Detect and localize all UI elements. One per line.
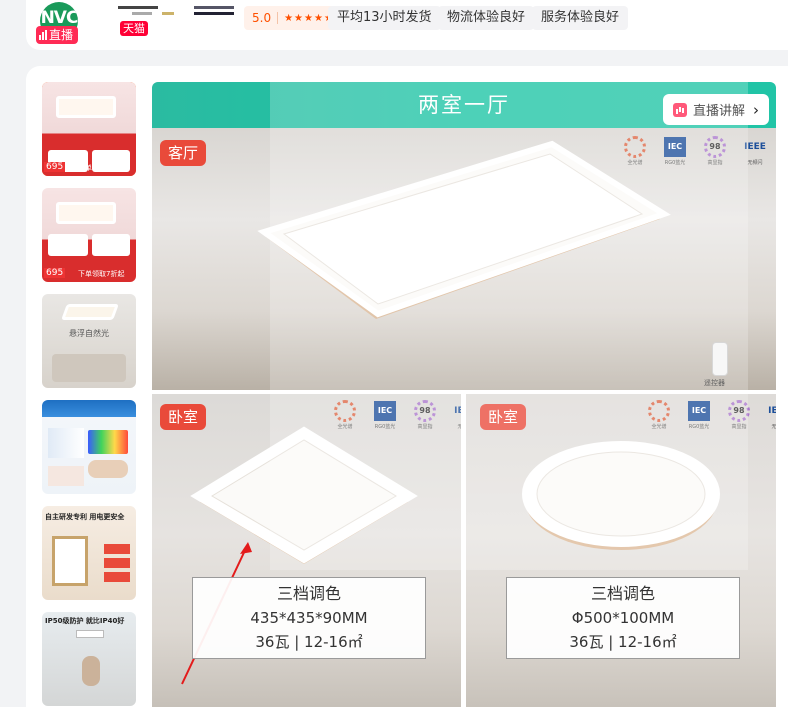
thumb-1-image: 695 下单领取7折起 xyxy=(42,82,136,176)
service-pill-service: 服务体验良好 xyxy=(532,6,629,30)
thumbnail-3[interactable]: 悬浮自然光 xyxy=(42,294,136,388)
rating-value: 5.0 xyxy=(252,11,272,25)
live-bars-icon xyxy=(39,30,47,40)
thumb-2-price: 695 xyxy=(44,268,66,278)
thumb-3-image: 悬浮自然光 xyxy=(42,294,136,388)
thumb-2-image: 695 下单领取7折起 xyxy=(42,188,136,282)
thumbnail-list: 695 下单领取7折起 695 下单领取7折起 悬浮自然光 自主研发专利 用电更… xyxy=(42,82,136,707)
thumbnail-5[interactable]: 自主研发专利 用电更安全 xyxy=(42,506,136,600)
rating-divider xyxy=(277,12,279,24)
spec-right-mode: 三档调色 xyxy=(590,584,655,603)
thumb-6-caption: IP50级防护 就比IP40好 xyxy=(45,617,125,625)
logo-text: NVC xyxy=(40,8,78,28)
thumb-3-caption: 悬浮自然光 xyxy=(69,329,109,338)
arrow-head-icon xyxy=(240,542,252,554)
spec-right-size: Φ500*100MM xyxy=(571,609,675,627)
store-logo[interactable]: NVC 直播 xyxy=(36,2,82,44)
spec-left-size: 435*435*90MM xyxy=(250,609,368,627)
thumbnail-6[interactable]: IP50级防护 就比IP40好 xyxy=(42,612,136,706)
thumb-5-caption: 自主研发专利 用电更安全 xyxy=(45,513,125,521)
spec-right-power: 36瓦 | 12-16㎡ xyxy=(569,633,677,651)
bedroom-left-tag: 卧室 xyxy=(160,404,207,430)
spec-left-power: 36瓦 | 12-16㎡ xyxy=(255,633,363,651)
living-room-tag: 客厅 xyxy=(160,140,207,166)
live-badge[interactable]: 直播 xyxy=(36,26,79,44)
thumb-2-promo: 下单领取7折起 xyxy=(78,270,125,278)
spec-box-right: 三档调色 Φ500*100MM 36瓦 | 12-16㎡ xyxy=(506,577,740,659)
thumb-6-image: IP50级防护 就比IP40好 xyxy=(42,612,136,706)
store-header: NVC 直播 天猫 5.0 ★★★★★ 平均13小时发货 物流体验良好 服务体验… xyxy=(26,0,788,50)
live-label: 直播 xyxy=(49,28,74,42)
ieee-icon: IEEE xyxy=(768,406,776,416)
thumbnail-2[interactable]: 695 下单领取7折起 xyxy=(42,188,136,282)
main-product-image[interactable]: 两室一厅 直播讲解 › 客厅 全光谱 IEC RG0蓝光 98 高显指 IEEE 无频… xyxy=(152,82,776,707)
rating-stars-icon: ★★★★★ xyxy=(284,12,334,24)
hover-magnifier-overlay xyxy=(270,82,748,570)
thumbnail-1[interactable]: 695 下单领取7折起 xyxy=(42,82,136,176)
spec-box-left: 三档调色 435*435*90MM 36瓦 | 12-16㎡ xyxy=(192,577,426,659)
service-pill-shipping: 平均13小时发货 xyxy=(328,6,441,30)
thumb-5-image: 自主研发专利 用电更安全 xyxy=(42,506,136,600)
store-name-redacted[interactable] xyxy=(118,4,238,18)
spec-left-mode: 三档调色 xyxy=(276,584,341,603)
service-pill-logistics: 物流体验良好 xyxy=(438,6,535,30)
thumb-4-image xyxy=(42,400,136,494)
thumbnail-4[interactable] xyxy=(42,400,136,494)
thumb-1-promo: 下单领取7折起 xyxy=(78,164,125,172)
tmall-badge: 天猫 xyxy=(120,21,148,36)
thumb-1-price: 695 xyxy=(44,162,66,172)
chevron-right-icon: › xyxy=(753,100,760,119)
